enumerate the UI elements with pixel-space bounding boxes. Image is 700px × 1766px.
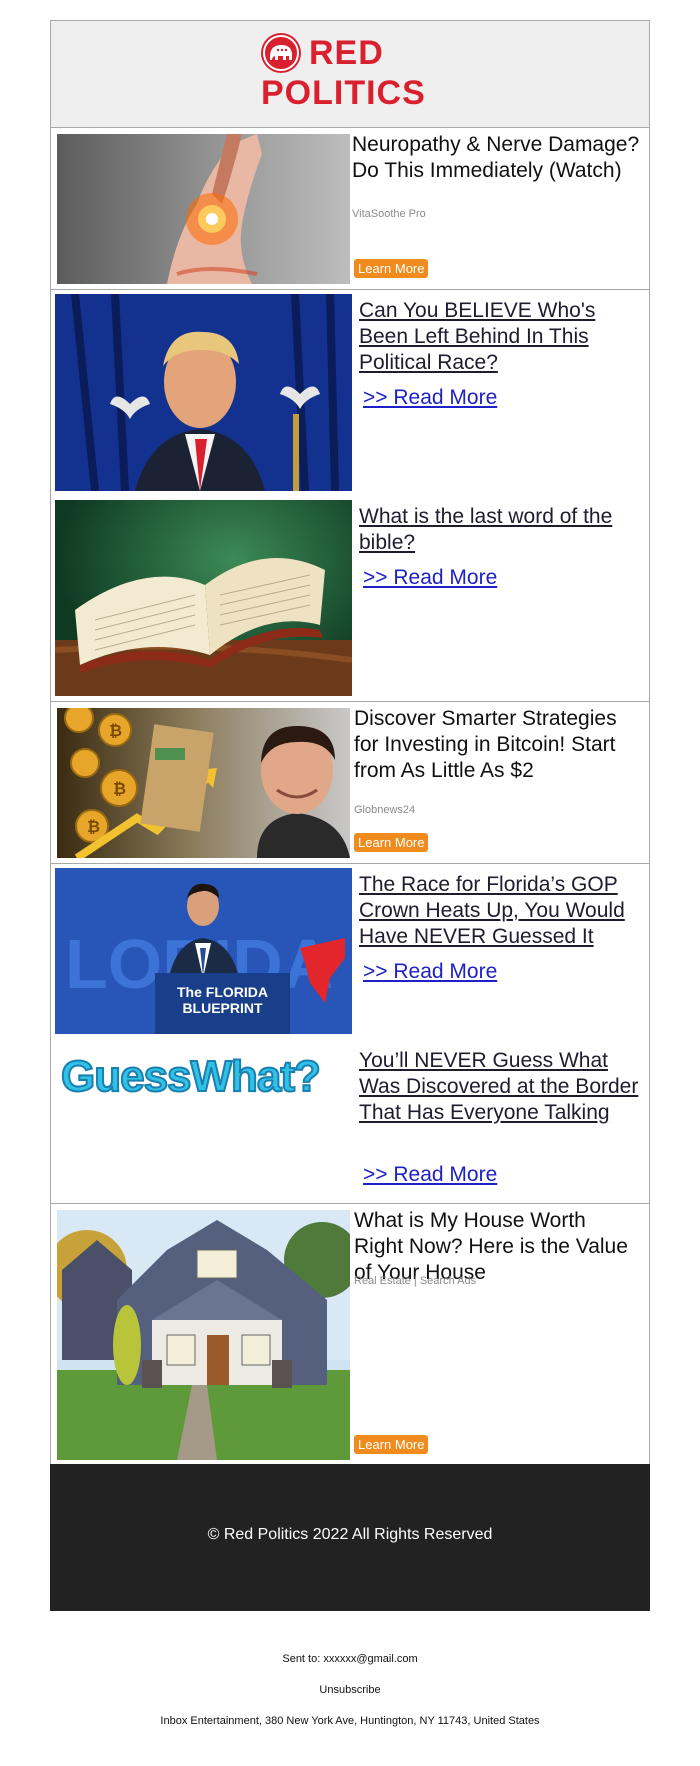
article-title[interactable]: What is the last word of the bible? xyxy=(359,504,639,556)
learn-more-button[interactable]: Learn More xyxy=(354,1435,429,1454)
read-more-link[interactable]: >> Read More xyxy=(363,565,497,591)
ad-title[interactable]: Discover Smarter Strategies for Investin… xyxy=(354,706,634,784)
ad-block-bitcoin[interactable]: ₿ ₿ ₿ Discover Smarter Strategies for Inve… xyxy=(50,701,650,863)
open-bible-image[interactable] xyxy=(55,500,352,696)
article-title[interactable]: Can You BELIEVE Who's Been Left Behind I… xyxy=(359,298,639,376)
logo-word-politics: POLITICS xyxy=(261,74,426,112)
ad-block-house[interactable]: What is My House Worth Right Now? Here i… xyxy=(50,1203,650,1464)
guess-what-logo-image[interactable]: GuessWhat? xyxy=(55,1044,352,1114)
ad-source: VitaSoothe Pro xyxy=(352,208,426,220)
foot-pain-image[interactable] xyxy=(57,134,350,284)
email-header: RED POLITICS xyxy=(50,20,650,127)
ad-source: Globnews24 xyxy=(354,804,416,816)
ad-block-neuropathy[interactable]: Neuropathy & Nerve Damage? Do This Immed… xyxy=(50,127,650,289)
unsubscribe-link[interactable]: Unsubscribe xyxy=(0,1684,700,1696)
politician-portrait-image[interactable] xyxy=(55,294,352,491)
svg-text:₿: ₿ xyxy=(109,722,122,740)
article-title[interactable]: You’ll NEVER Guess What Was Discovered a… xyxy=(359,1048,639,1126)
florida-blueprint-speaker-image[interactable]: LORIDA The FLORIDA BLUEPRINT xyxy=(55,868,352,1034)
logo-word-red: RED xyxy=(309,34,384,72)
florida-blueprint-sign-text: The FLORIDA BLUEPRINT xyxy=(177,984,268,1016)
article-section-2: LORIDA The FLORIDA BLUEPRINT The Race fo… xyxy=(50,863,650,1203)
svg-text:₿: ₿ xyxy=(87,818,100,836)
read-more-link[interactable]: >> Read More xyxy=(363,959,497,985)
red-politics-logo[interactable]: RED POLITICS xyxy=(261,31,441,117)
bitcoin-man-image[interactable]: ₿ ₿ ₿ xyxy=(57,708,350,858)
address-text: Inbox Entertainment, 380 New York Ave, H… xyxy=(160,1715,540,1727)
article-title[interactable]: The Race for Florida’s GOP Crown Heats U… xyxy=(359,872,644,950)
elephant-icon xyxy=(261,33,301,73)
article-section-1: Can You BELIEVE Who's Been Left Behind I… xyxy=(50,289,650,701)
copyright-text: © Red Politics 2022 All Rights Reserved xyxy=(207,1526,493,1543)
house-image[interactable] xyxy=(57,1210,350,1460)
learn-more-button[interactable]: Learn More xyxy=(354,833,429,852)
email-footer: © Red Politics 2022 All Rights Reserved xyxy=(50,1464,650,1611)
ad-title[interactable]: Neuropathy & Nerve Damage? Do This Immed… xyxy=(352,132,642,184)
read-more-link[interactable]: >> Read More xyxy=(363,385,497,411)
learn-more-button[interactable]: Learn More xyxy=(354,259,429,278)
read-more-link[interactable]: >> Read More xyxy=(363,1162,497,1188)
ad-source: Real Estate | Search Ads xyxy=(354,1275,477,1287)
guess-what-logo-text: GuessWhat? xyxy=(60,1051,322,1102)
svg-text:₿: ₿ xyxy=(113,780,126,798)
sent-to-text: Sent to: xxxxxx@gmail.com xyxy=(282,1653,418,1665)
